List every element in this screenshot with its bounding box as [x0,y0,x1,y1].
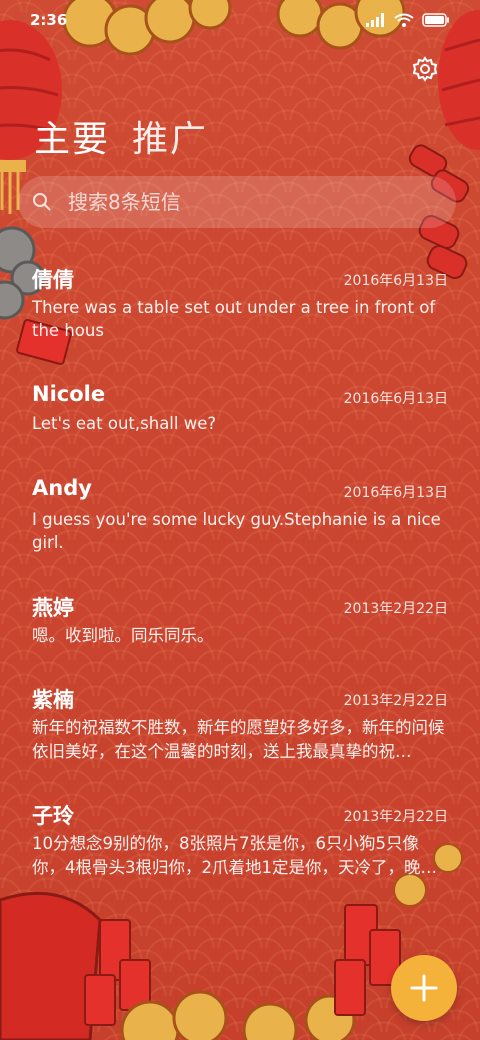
search-input[interactable] [66,189,410,215]
settings-button[interactable] [410,54,440,84]
message-snippet: 新年的祝福数不胜数，新年的愿望好多好多，新年的问候依旧美好，在这个温馨的时刻，送… [32,718,445,761]
message-date: 2013年2月22日 [343,601,448,617]
contact-name: 燕婷 [32,596,74,620]
contact-name: Nicole [32,382,106,406]
list-item[interactable]: Nicole 2016年6月13日 Let's eat out,shall we… [0,376,480,470]
wifi-icon [394,13,414,27]
tab-promotions[interactable]: 推广 [132,110,208,162]
message-list: 倩倩 2016年6月13日 There was a table set out … [0,258,480,910]
list-item[interactable]: 子玲 2013年2月22日 10分想念9别的你，8张照片7张是你，6只小狗5只像… [0,794,480,910]
message-snippet: 嗯。收到啦。同乐同乐。 [32,626,214,645]
status-time: 2:36 [30,11,68,29]
list-item[interactable]: Andy 2016年6月13日 I guess you're some luck… [0,470,480,586]
status-bar: 2:36 [0,0,480,40]
list-item[interactable]: 倩倩 2016年6月13日 There was a table set out … [0,258,480,376]
status-icons [366,13,450,27]
battery-icon [422,13,449,27]
message-snippet: Let's eat out,shall we? [32,414,217,433]
signal-icon [366,13,384,27]
search-icon [33,193,51,211]
plus-icon [410,974,438,1002]
message-snippet: I guess you're some lucky guy.Stephanie … [32,510,441,552]
gear-icon [412,56,438,82]
message-date: 2016年6月13日 [343,273,448,289]
tab-primary[interactable]: 主要 [34,110,110,162]
compose-button[interactable] [391,955,457,1021]
contact-name: 倩倩 [32,268,74,292]
contact-name: 子玲 [32,804,74,828]
search-bar[interactable] [18,176,456,228]
message-snippet: 10分想念9别的你，8张照片7张是你，6只小狗5只像你，4根骨头3根归你，2爪着… [32,834,437,877]
message-date: 2013年2月22日 [343,809,448,825]
contact-name: Andy [32,476,92,500]
list-item[interactable]: 燕婷 2013年2月22日 嗯。收到啦。同乐同乐。 [0,586,480,678]
message-date: 2013年2月22日 [343,693,448,709]
list-item[interactable]: 紫楠 2013年2月22日 新年的祝福数不胜数，新年的愿望好多好多，新年的问候依… [0,678,480,794]
message-snippet: There was a table set out under a tree i… [32,298,436,340]
message-date: 2016年6月13日 [343,485,448,501]
header-tabs: 主要 推广 [34,110,208,162]
message-date: 2016年6月13日 [343,391,448,407]
contact-name: 紫楠 [32,688,74,712]
